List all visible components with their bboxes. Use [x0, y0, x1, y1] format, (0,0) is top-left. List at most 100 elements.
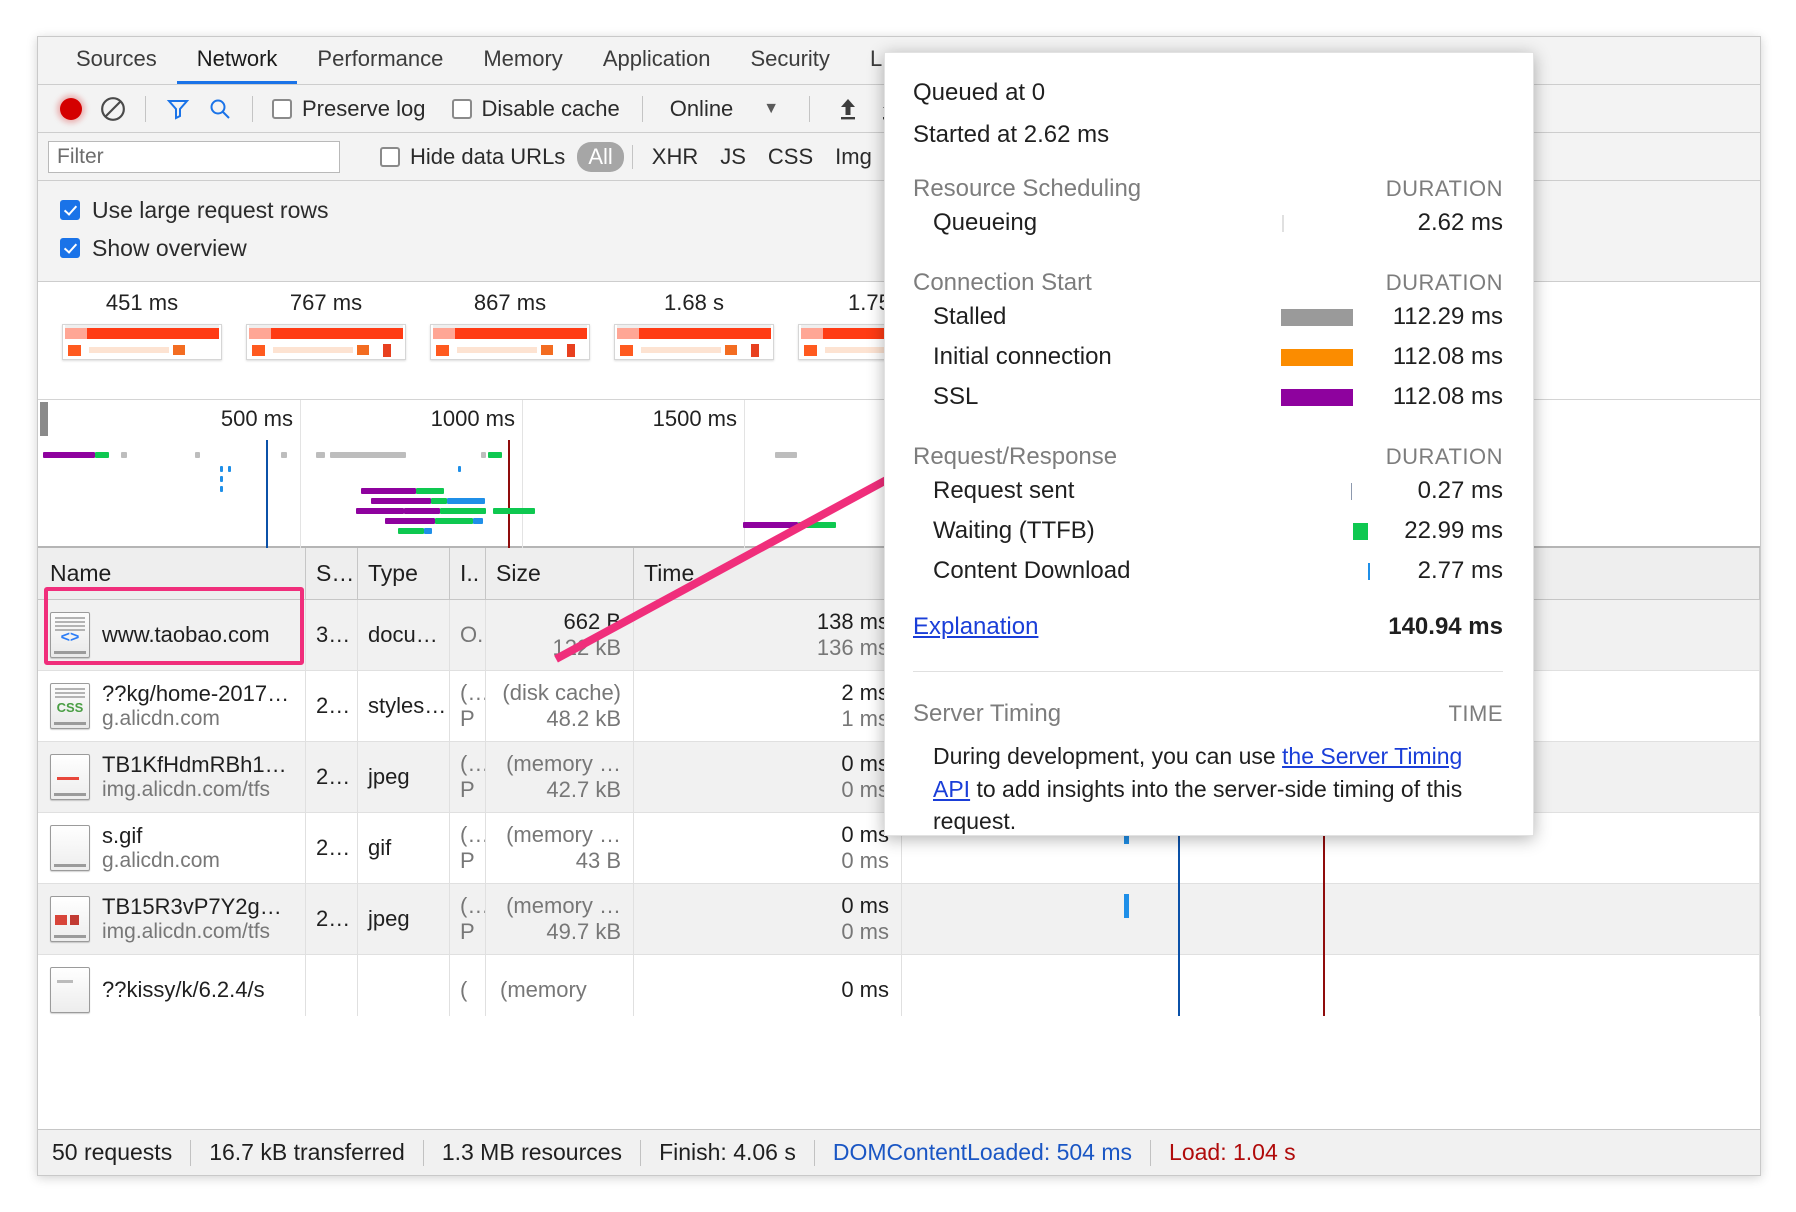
filmstrip-thumbnail[interactable] [246, 324, 406, 360]
request-name-cell[interactable]: TB15R3vP7Y2g… img.alicdn.com/tfs [38, 884, 306, 954]
tab-network[interactable]: Network [176, 37, 298, 84]
column-header-type[interactable]: Type [358, 548, 450, 599]
timing-row-duration: 2.77 ms [1417, 557, 1503, 584]
timing-row-queueing: Queueing 2.62 ms [913, 203, 1503, 243]
throttling-select[interactable]: Online [670, 96, 734, 122]
initiator-line2: P [460, 706, 475, 731]
tab-label: Network [196, 46, 278, 71]
request-name-cell[interactable]: <> www.taobao.com [38, 600, 306, 670]
column-header-time[interactable]: Time [634, 548, 902, 599]
request-initiator-cell: ( [450, 955, 486, 1016]
server-timing-text-2: to add insights into the server-side tim… [933, 775, 1463, 835]
timing-row-waiting-ttfb: Waiting (TTFB) 22.99 ms [913, 511, 1503, 551]
show-overview-label: Show overview [92, 234, 247, 261]
timing-row-label: Queueing [933, 209, 1038, 236]
request-time-cell: 0 ms 0 ms [634, 884, 902, 954]
explanation-link[interactable]: Explanation [913, 613, 1388, 641]
time-value: 0 ms [841, 750, 889, 776]
time-value: 0 ms [841, 976, 889, 1002]
filmstrip-thumbnail[interactable] [614, 324, 774, 360]
disable-cache-checkbox[interactable]: Disable cache [451, 96, 620, 122]
timing-row-content-download: Content Download 2.77 ms [913, 551, 1503, 591]
filmstrip-frame[interactable]: 767 ms [246, 290, 406, 360]
filmstrip-frame[interactable]: 451 ms [62, 290, 222, 360]
column-header-name[interactable]: Name [38, 548, 306, 599]
filmstrip-frame[interactable]: 867 ms [430, 290, 590, 360]
overview-tick-500: 500 ms [220, 406, 293, 431]
timing-row-duration: 112.08 ms [1392, 343, 1503, 370]
timing-row-duration: 22.99 ms [1404, 517, 1503, 544]
hide-data-urls-checkbox[interactable]: Hide data URLs [380, 144, 565, 170]
timing-row-barwrap [1185, 519, 1369, 543]
request-size-cell: (memory … 42.7 kB [486, 742, 634, 812]
filter-type-js[interactable]: JS [709, 142, 757, 172]
tab-memory[interactable]: Memory [463, 37, 582, 84]
filmstrip-thumbnail[interactable] [430, 324, 590, 360]
timing-group-request-response: Request/Response DURATION Request sent 0… [913, 443, 1503, 591]
request-time-cell: 2 ms 1 ms [634, 671, 902, 741]
tab-label: Application [602, 46, 711, 71]
request-time-cell: 0 ms 0 ms [634, 813, 902, 883]
filmstrip-thumbnail[interactable] [62, 324, 222, 360]
timing-row-ssl: SSL 112.08 ms [913, 377, 1503, 417]
request-name: ??kissy/k/6.2.4/s [102, 977, 265, 1002]
overview-tick-1500: 1500 ms [652, 406, 737, 431]
request-status-cell: 2… [306, 884, 358, 954]
tab-performance[interactable]: Performance [297, 37, 463, 84]
search-icon[interactable] [201, 90, 239, 128]
request-initiator-cell: (… P [450, 742, 486, 812]
latency-value: 0 ms [841, 848, 889, 873]
timing-row-label: SSL [933, 383, 979, 410]
filmstrip-frame[interactable]: 1.68 s [614, 290, 774, 360]
status-transferred: 16.7 kB transferred [209, 1139, 405, 1165]
timing-row-barwrap [1185, 385, 1353, 409]
filter-funnel-icon[interactable] [159, 90, 197, 128]
overview-left-handle[interactable] [40, 402, 48, 436]
table-row[interactable]: TB15R3vP7Y2g… img.alicdn.com/tfs 2… jpeg… [38, 884, 1760, 955]
request-name-cell[interactable]: ??kissy/k/6.2.4/s [38, 955, 306, 1016]
request-name-cell[interactable]: TB1KfHdmRBh1… img.alicdn.com/tfs [38, 742, 306, 812]
timing-bar [1351, 483, 1353, 500]
chevron-down-icon[interactable]: ▼ [763, 100, 779, 118]
request-name-cell[interactable]: CSS ??kg/home-2017… g.alicdn.com [38, 671, 306, 741]
record-icon[interactable] [52, 90, 90, 128]
status-resources: 1.3 MB resources [441, 1139, 623, 1165]
timing-row-initial-connection: Initial connection 112.08 ms [913, 337, 1503, 377]
timing-row-barwrap [1185, 559, 1371, 583]
request-domain: g.alicdn.com [102, 848, 220, 872]
request-name-cell[interactable]: s.gif g.alicdn.com [38, 813, 306, 883]
tab-sources[interactable]: Sources [56, 37, 177, 84]
initiator-line1: (… [460, 893, 485, 918]
started-at-text: Started at 2.62 ms [913, 121, 1110, 148]
timing-bar [1282, 215, 1284, 232]
column-header-initiator[interactable]: I.. [450, 548, 486, 599]
timing-bar [1280, 309, 1353, 326]
timing-row-stalled: Stalled 112.29 ms [913, 297, 1503, 337]
upload-arrow-icon[interactable] [829, 90, 867, 128]
column-header-size[interactable]: Size [486, 548, 634, 599]
tab-application[interactable]: Application [583, 37, 731, 84]
time-value: 2 ms [841, 679, 889, 705]
image-file-icon [50, 754, 90, 800]
column-header-status[interactable]: S… [306, 548, 358, 599]
request-type-cell: jpeg [358, 884, 450, 954]
filter-type-xhr[interactable]: XHR [641, 142, 709, 172]
preserve-log-checkbox[interactable]: Preserve log [272, 96, 426, 122]
waterfall-segment [1124, 894, 1129, 918]
size-value: (memory … [506, 821, 621, 847]
filmstrip-timestamp: 1.68 s [664, 290, 724, 315]
latency-value: 0 ms [841, 919, 889, 944]
tab-security[interactable]: Security [730, 37, 849, 84]
filter-type-all[interactable]: All [577, 141, 624, 172]
request-name: s.gif [102, 823, 143, 848]
table-row[interactable]: ??kissy/k/6.2.4/s ( (memory 0 ms [38, 955, 1760, 1016]
filter-input[interactable] [48, 140, 340, 173]
filter-type-css[interactable]: CSS [757, 142, 824, 172]
clear-icon[interactable] [94, 90, 132, 128]
group-title: Request/Response [913, 443, 1118, 470]
filter-type-img[interactable]: Img [824, 142, 883, 172]
queued-at-text: Queued at 0 [913, 79, 1046, 106]
request-domain: g.alicdn.com [102, 706, 220, 730]
time-value: 0 ms [841, 821, 889, 847]
checkbox-box [451, 98, 472, 119]
